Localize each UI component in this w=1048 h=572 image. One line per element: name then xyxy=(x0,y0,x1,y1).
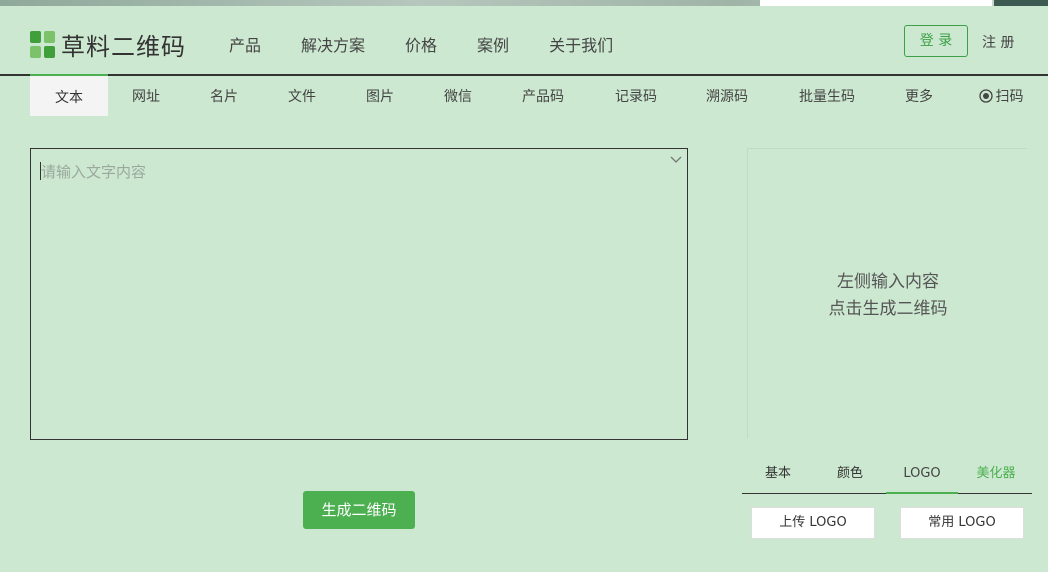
upload-logo-button[interactable]: 上传 LOGO xyxy=(751,507,875,539)
tab-url[interactable]: 网址 xyxy=(114,74,178,116)
qr-preview-panel: 左侧输入内容 点击生成二维码 xyxy=(747,148,1027,438)
main-nav: 产品 解决方案 价格 案例 关于我们 xyxy=(229,32,653,56)
style-tab-color[interactable]: 颜色 xyxy=(814,458,886,494)
preview-hint-line1: 左侧输入内容 xyxy=(837,272,939,292)
text-caret xyxy=(40,162,41,180)
qr-logo-icon xyxy=(30,30,56,59)
nav-item-pricing[interactable]: 价格 xyxy=(405,32,437,56)
tab-product-code[interactable]: 产品码 xyxy=(510,74,576,116)
style-tab-logo[interactable]: LOGO xyxy=(886,458,958,494)
tab-file[interactable]: 文件 xyxy=(270,74,334,116)
tab-text[interactable]: 文本 xyxy=(30,74,108,116)
tab-image[interactable]: 图片 xyxy=(348,74,412,116)
preview-hint-line2: 点击生成二维码 xyxy=(828,299,948,319)
preview-hint: 左侧输入内容 点击生成二维码 xyxy=(748,269,1028,323)
common-logo-button[interactable]: 常用 LOGO xyxy=(900,507,1024,539)
tab-card[interactable]: 名片 xyxy=(192,74,256,116)
site-header: 草料二维码 产品 解决方案 价格 案例 关于我们 登 录 注 册 xyxy=(0,6,1048,76)
site-logo[interactable]: 草料二维码 xyxy=(30,27,186,62)
register-link[interactable]: 注 册 xyxy=(982,32,1014,52)
logo-text: 草料二维码 xyxy=(61,33,186,61)
nav-item-cases[interactable]: 案例 xyxy=(477,32,509,56)
camera-icon xyxy=(978,89,993,103)
tab-record-code[interactable]: 记录码 xyxy=(603,74,669,116)
tab-batch-generate[interactable]: 批量生码 xyxy=(787,74,867,116)
chevron-down-icon[interactable] xyxy=(669,153,683,167)
style-tab-basic[interactable]: 基本 xyxy=(742,458,814,494)
tab-more[interactable]: 更多 xyxy=(894,74,944,116)
tab-scan[interactable]: 扫码 xyxy=(972,74,1030,116)
text-editor xyxy=(30,148,688,440)
login-button[interactable]: 登 录 xyxy=(904,25,968,57)
nav-item-products[interactable]: 产品 xyxy=(229,32,261,56)
generate-qr-button[interactable]: 生成二维码 xyxy=(303,491,415,529)
tab-scan-label: 扫码 xyxy=(995,89,1024,105)
text-content-input[interactable] xyxy=(31,149,687,439)
code-type-tabs: 文本 网址 名片 文件 图片 微信 产品码 记录码 溯源码 批量生码 更多 扫码 xyxy=(30,74,1030,116)
style-tab-beautify[interactable]: 美化器 xyxy=(960,458,1032,494)
tab-wechat[interactable]: 微信 xyxy=(426,74,490,116)
tab-trace-code[interactable]: 溯源码 xyxy=(694,74,760,116)
nav-item-about[interactable]: 关于我们 xyxy=(549,32,613,56)
style-tabs: 基本 颜色 LOGO 美化器 xyxy=(742,458,1032,494)
nav-item-solutions[interactable]: 解决方案 xyxy=(301,32,365,56)
